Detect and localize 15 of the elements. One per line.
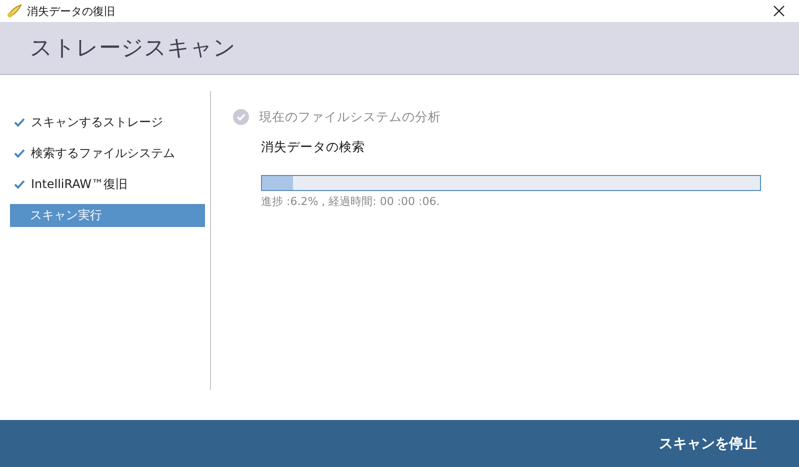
wizard-step: 検索するファイルシステム xyxy=(10,142,205,165)
stop-scan-button[interactable]: スキャンを停止 xyxy=(655,428,761,458)
stage-label: 現在のファイルシステムの分析 xyxy=(259,108,441,126)
wizard-step: スキャンするストレージ xyxy=(10,111,205,134)
check-icon xyxy=(14,149,25,158)
stage-label: 消失データの検索 xyxy=(261,138,365,156)
check-icon xyxy=(14,180,25,189)
wizard-step: スキャン実行 xyxy=(10,204,205,227)
window-title: 消失データの復旧 xyxy=(27,4,116,18)
progress-status: 進捗 :6.2% , 経過時間: 00 :00 :06. xyxy=(261,194,441,209)
wizard-step: IntelliRAW™復旧 xyxy=(10,173,205,196)
wing-icon xyxy=(6,4,22,18)
page-title: ストレージスキャン xyxy=(30,35,236,63)
close-icon[interactable] xyxy=(773,5,785,17)
check-icon xyxy=(14,118,25,127)
